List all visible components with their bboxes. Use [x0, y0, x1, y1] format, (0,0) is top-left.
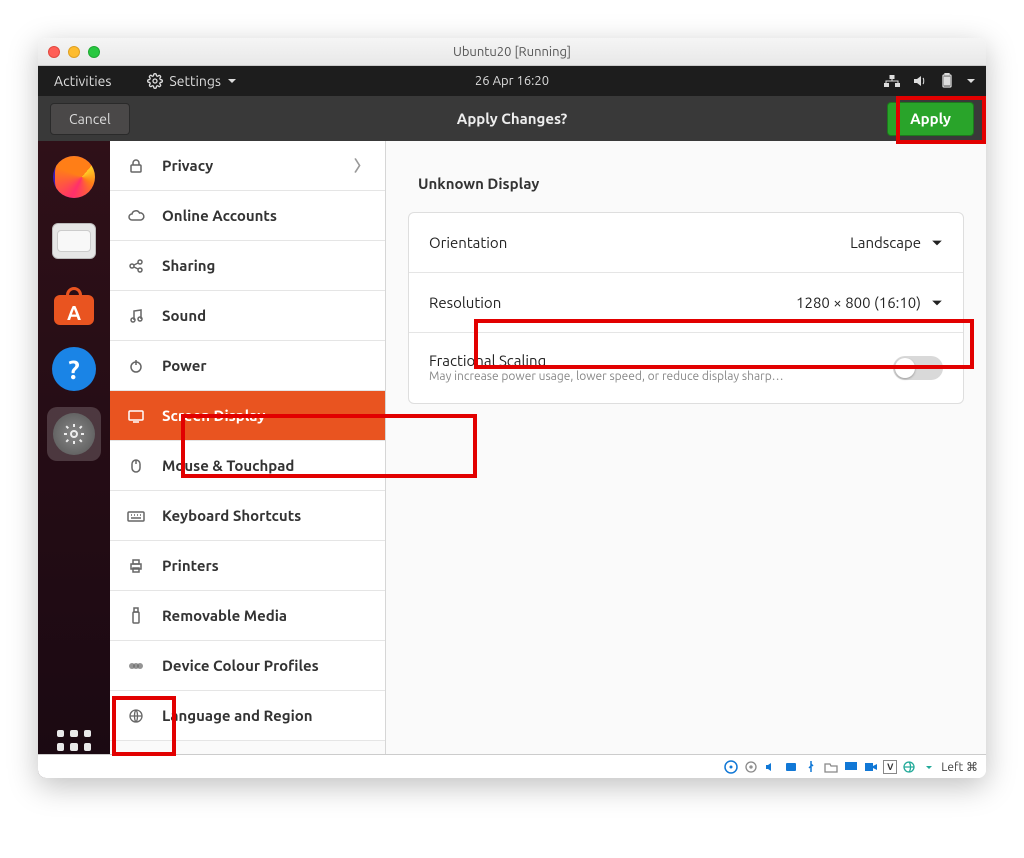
- orientation-row[interactable]: Orientation Landscape: [409, 213, 963, 273]
- sidebar-item-color[interactable]: Device Colour Profiles: [110, 641, 385, 691]
- dock-files[interactable]: [48, 215, 100, 267]
- sidebar-item-label: Online Accounts: [162, 207, 277, 224]
- sidebar-item-printers[interactable]: Printers: [110, 541, 385, 591]
- sidebar-item-sound[interactable]: Sound: [110, 291, 385, 341]
- chevron-down-icon: [966, 76, 976, 86]
- lock-icon: [126, 158, 146, 174]
- vm-vrde-icon[interactable]: V: [883, 760, 897, 774]
- vm-network-icon[interactable]: [783, 759, 799, 775]
- fractional-scaling-label: Fractional Scaling: [429, 352, 784, 370]
- dock-firefox[interactable]: [48, 151, 100, 203]
- display-icon: [126, 408, 146, 424]
- orientation-value: Landscape: [850, 234, 921, 251]
- display-settings-card: Orientation Landscape Resolution 1280 × …: [408, 212, 964, 404]
- resolution-label: Resolution: [429, 294, 501, 311]
- settings-sidebar: Privacy 〉 Online Accounts Sharing Sound …: [110, 141, 386, 778]
- headerbar: Cancel Apply Changes? Apply: [38, 96, 986, 141]
- volume-icon: [912, 73, 928, 89]
- vm-usb-icon[interactable]: [803, 759, 819, 775]
- help-icon: ?: [52, 347, 96, 391]
- power-icon: [126, 358, 146, 374]
- sidebar-item-language[interactable]: Language and Region: [110, 691, 385, 741]
- sidebar-item-label: Language and Region: [162, 707, 313, 724]
- header-title: Apply Changes?: [38, 110, 986, 127]
- printer-icon: [126, 558, 146, 574]
- vm-shared-folder-icon[interactable]: [823, 759, 839, 775]
- vm-title: Ubuntu20 [Running]: [38, 45, 986, 59]
- vm-audio-icon[interactable]: [763, 759, 779, 775]
- sidebar-item-label: Sharing: [162, 257, 215, 274]
- chevron-right-icon: 〉: [354, 155, 369, 176]
- dock-help[interactable]: ?: [48, 343, 100, 395]
- sidebar-item-screen-display[interactable]: Screen Display: [110, 391, 385, 441]
- battery-icon: [940, 73, 954, 89]
- clock[interactable]: 26 Apr 16:20: [38, 74, 986, 88]
- music-icon: [126, 308, 146, 324]
- vm-harddisk-icon[interactable]: [723, 759, 739, 775]
- sidebar-item-sharing[interactable]: Sharing: [110, 241, 385, 291]
- fractional-scaling-row: Fractional Scaling May increase power us…: [409, 333, 963, 403]
- fractional-scaling-toggle[interactable]: [893, 356, 943, 380]
- mouse-icon: [126, 458, 146, 474]
- sidebar-item-mouse[interactable]: Mouse & Touchpad: [110, 441, 385, 491]
- vm-optical-icon[interactable]: [743, 759, 759, 775]
- share-icon: [126, 258, 146, 274]
- network-icon: [884, 73, 900, 89]
- chevron-down-icon: [931, 237, 943, 249]
- orientation-label: Orientation: [429, 234, 507, 251]
- usb-icon: [126, 607, 146, 625]
- vm-download-icon[interactable]: [921, 759, 937, 775]
- vm-recording-icon[interactable]: [863, 759, 879, 775]
- sidebar-item-label: Printers: [162, 557, 219, 574]
- vm-globe-icon[interactable]: [901, 759, 917, 775]
- sidebar-item-removable-media[interactable]: Removable Media: [110, 591, 385, 641]
- cloud-icon: [126, 208, 146, 224]
- sidebar-item-online-accounts[interactable]: Online Accounts: [110, 191, 385, 241]
- sidebar-item-privacy[interactable]: Privacy 〉: [110, 141, 385, 191]
- color-icon: [126, 659, 146, 673]
- resolution-row[interactable]: Resolution 1280 × 800 (16:10): [409, 273, 963, 333]
- chevron-down-icon: [931, 297, 943, 309]
- sidebar-item-keyboard[interactable]: Keyboard Shortcuts: [110, 491, 385, 541]
- vm-status-bar: V Left ⌘: [38, 754, 986, 778]
- sidebar-item-label: Removable Media: [162, 607, 287, 624]
- firefox-icon: [53, 156, 95, 198]
- dock-settings[interactable]: [47, 407, 101, 461]
- globe-icon: [126, 708, 146, 724]
- mac-titlebar: Ubuntu20 [Running]: [38, 38, 986, 66]
- sidebar-item-label: Mouse & Touchpad: [162, 457, 294, 474]
- content-area: A ? Privacy 〉 Online Accounts: [38, 141, 986, 778]
- sidebar-item-power[interactable]: Power: [110, 341, 385, 391]
- keyboard-icon: [126, 509, 146, 523]
- dock: A ?: [38, 141, 110, 778]
- settings-icon: [53, 413, 95, 455]
- vm-display-icon[interactable]: [843, 759, 859, 775]
- resolution-value: 1280 × 800 (16:10): [796, 294, 921, 311]
- main-pane: Unknown Display Orientation Landscape Re…: [386, 141, 986, 778]
- sidebar-item-label: Screen Display: [162, 407, 265, 424]
- sidebar-item-label: Sound: [162, 307, 206, 324]
- sidebar-item-label: Keyboard Shortcuts: [162, 507, 301, 524]
- gnome-top-bar: Activities Settings 26 Apr 16:20: [38, 66, 986, 96]
- software-icon: A: [52, 285, 96, 325]
- sidebar-item-label: Privacy: [162, 157, 213, 174]
- system-tray[interactable]: [884, 73, 976, 89]
- sidebar-item-label: Power: [162, 357, 207, 374]
- sidebar-item-label: Device Colour Profiles: [162, 657, 319, 674]
- vm-window: Ubuntu20 [Running] Activities Settings 2…: [38, 38, 986, 778]
- fractional-scaling-description: May increase power usage, lower speed, o…: [429, 370, 784, 384]
- display-heading: Unknown Display: [418, 175, 964, 192]
- files-icon: [52, 223, 96, 259]
- dock-software[interactable]: A: [48, 279, 100, 331]
- vm-host-key: Left ⌘: [941, 760, 978, 774]
